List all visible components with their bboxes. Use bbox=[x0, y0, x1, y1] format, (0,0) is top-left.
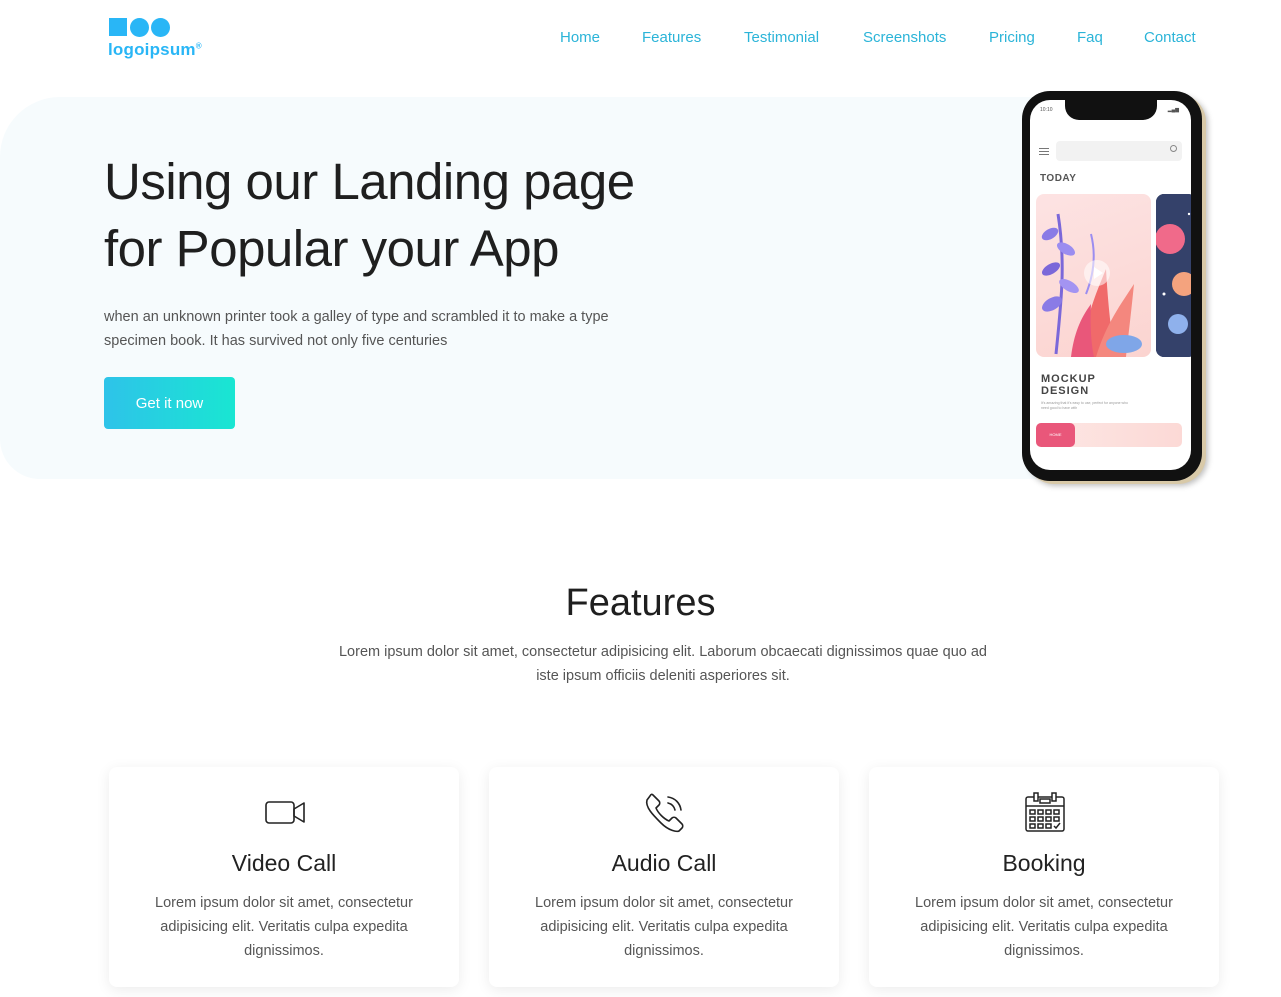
hero-title-line-2: for Popular your App bbox=[104, 220, 559, 277]
phone-search-bar bbox=[1056, 141, 1182, 161]
features-description: Lorem ipsum dolor sit amet, consectetur … bbox=[290, 640, 1036, 688]
phone-tab-home: HOME bbox=[1036, 423, 1075, 447]
phone-screen: 10:10 ▂▄▆ TODAY MOCKUP DESIGN It's amazi… bbox=[1030, 100, 1191, 470]
main-nav: Home Features Testimonial Screenshots Pr… bbox=[0, 29, 1281, 49]
features-description-line-1: Lorem ipsum dolor sit amet, consectetur … bbox=[338, 644, 987, 660]
phone-menu-icon bbox=[1039, 148, 1049, 157]
nav-item-home[interactable]: Home bbox=[560, 29, 600, 46]
hero-description-line-2: specimen book. It has survived not only … bbox=[104, 333, 448, 349]
get-it-now-button[interactable]: Get it now bbox=[104, 377, 235, 429]
nav-item-features[interactable]: Features bbox=[642, 29, 701, 46]
landing-page: logoipsum® Home Features Testimonial Scr… bbox=[0, 0, 1281, 997]
nav-item-pricing[interactable]: Pricing bbox=[989, 29, 1035, 46]
phone-space-illustration bbox=[1156, 194, 1191, 357]
hero-description-line-1: when an unknown printer took a galley of… bbox=[104, 309, 609, 325]
calendar-icon bbox=[1024, 791, 1066, 833]
hero-title-line-1: Using our Landing page bbox=[104, 153, 635, 210]
feature-card-description: Lorem ipsum dolor sit amet, consectetur … bbox=[535, 895, 793, 959]
nav-item-testimonial[interactable]: Testimonial bbox=[744, 29, 819, 46]
phone-status-time: 10:10 bbox=[1040, 107, 1053, 113]
video-camera-icon bbox=[264, 791, 306, 833]
features-description-line-2: iste ipsum officiis deleniti asperiores … bbox=[536, 668, 790, 684]
phone-search-icon bbox=[1170, 145, 1177, 152]
feature-card-video-call: Video Call Lorem ipsum dolor sit amet, c… bbox=[109, 767, 459, 987]
phone-mockup: 10:10 ▂▄▆ TODAY MOCKUP DESIGN It's amazi… bbox=[1022, 91, 1202, 481]
phone-mockup-title: MOCKUP DESIGN bbox=[1041, 373, 1096, 397]
phone-signal-icon: ▂▄▆ bbox=[1167, 107, 1179, 113]
phone-today-heading: TODAY bbox=[1040, 173, 1077, 184]
feature-card-description: Lorem ipsum dolor sit amet, consectetur … bbox=[155, 895, 413, 959]
feature-card-description: Lorem ipsum dolor sit amet, consectetur … bbox=[915, 895, 1173, 959]
phone-small-text: It's amazing that it's easy to use, perf… bbox=[1041, 401, 1128, 410]
phone-ringing-icon bbox=[644, 791, 686, 833]
feature-card-title: Audio Call bbox=[611, 850, 717, 876]
phone-tab-bar: HOME bbox=[1036, 423, 1182, 447]
hero-title: Using our Landing page for Popular your … bbox=[104, 148, 744, 282]
feature-card-booking: Booking Lorem ipsum dolor sit amet, cons… bbox=[869, 767, 1219, 987]
feature-card-title: Booking bbox=[1002, 850, 1086, 876]
phone-play-icon bbox=[1084, 260, 1110, 286]
phone-plant-illustration bbox=[1036, 194, 1151, 357]
nav-item-contact[interactable]: Contact bbox=[1144, 29, 1196, 46]
feature-card-title: Video Call bbox=[231, 850, 337, 876]
nav-item-faq[interactable]: Faq bbox=[1077, 29, 1103, 46]
hero-description: when an unknown printer took a galley of… bbox=[104, 305, 684, 353]
feature-card-audio-call: Audio Call Lorem ipsum dolor sit amet, c… bbox=[489, 767, 839, 987]
features-title: Features bbox=[565, 582, 716, 624]
nav-item-screenshots[interactable]: Screenshots bbox=[863, 29, 946, 46]
phone-notch bbox=[1065, 100, 1157, 120]
